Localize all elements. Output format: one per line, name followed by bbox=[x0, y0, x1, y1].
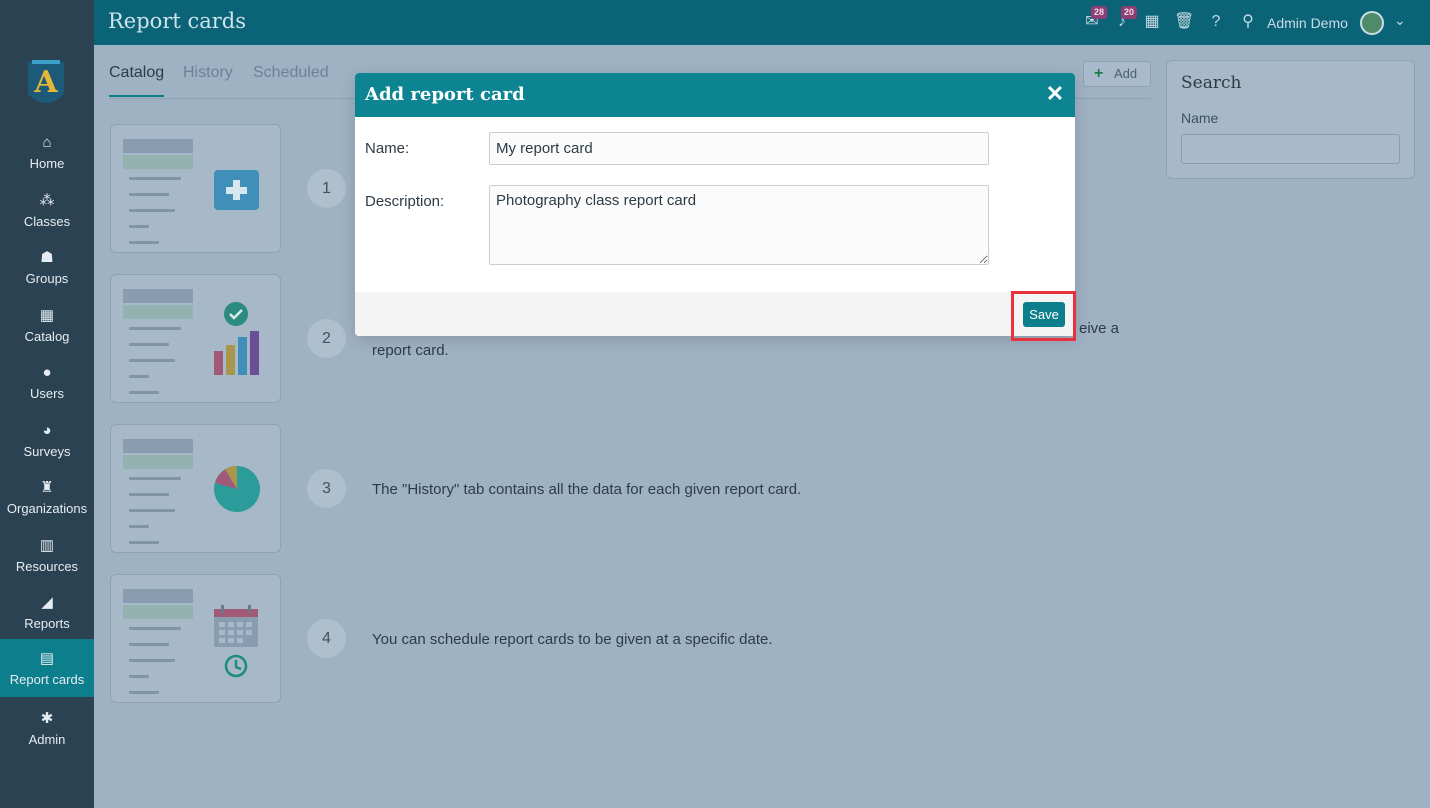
notification-count-badge: 20 bbox=[1121, 6, 1138, 19]
resources-icon: ▥ bbox=[39, 537, 55, 554]
sidebar-item-classes[interactable]: ⁂ Classes bbox=[0, 185, 94, 241]
add-button-label: Add bbox=[1114, 66, 1138, 81]
top-bar: Report cards ✉ 28 ♪ 20 ▦ 🗑 ? ⚲ Admin Dem… bbox=[94, 0, 1430, 45]
tab-history[interactable]: History bbox=[183, 64, 233, 82]
pie-chart-icon bbox=[214, 465, 260, 512]
tab-scheduled[interactable]: Scheduled bbox=[253, 64, 329, 82]
sidebar-item-label: Groups bbox=[25, 271, 69, 286]
name-field[interactable] bbox=[489, 132, 989, 165]
catalog-icon: ▦ bbox=[39, 307, 55, 324]
step-text-2: report card. bbox=[372, 342, 449, 359]
sidebar-item-label: Organizations bbox=[6, 501, 88, 516]
step-card-assign bbox=[110, 274, 281, 403]
sidebar-item-groups[interactable]: ☗ Groups bbox=[0, 242, 94, 298]
document-illustration bbox=[123, 587, 193, 695]
svg-text:A: A bbox=[33, 65, 58, 100]
add-button[interactable]: + Add bbox=[1083, 61, 1151, 87]
close-icon[interactable]: ✕ bbox=[1045, 82, 1065, 106]
groups-icon: ☗ bbox=[40, 249, 54, 266]
step-card-create bbox=[110, 124, 281, 253]
calendar-icon[interactable]: ▦ bbox=[1142, 12, 1162, 32]
tab-catalog[interactable]: Catalog bbox=[109, 64, 165, 97]
sidebar-item-label: Resources bbox=[15, 559, 79, 574]
trash-icon[interactable]: 🗑 bbox=[1174, 12, 1194, 32]
search-icon[interactable]: ⚲ bbox=[1238, 12, 1258, 32]
mail-count-badge: 28 bbox=[1091, 6, 1108, 19]
sidebar-item-label: Catalog bbox=[24, 329, 70, 344]
reports-icon: ◢ bbox=[41, 594, 53, 611]
calendar-clock-icon bbox=[214, 605, 258, 678]
sidebar-item-reports[interactable]: ◢ Reports bbox=[0, 587, 94, 643]
sidebar-item-label: Classes bbox=[23, 214, 71, 229]
step-card-schedule bbox=[110, 574, 281, 703]
sidebar-item-label: Admin bbox=[28, 732, 66, 747]
sidebar-item-organizations[interactable]: ♜ Organizations bbox=[0, 472, 94, 528]
step-number-3: 3 bbox=[307, 469, 346, 508]
organizations-icon: ♜ bbox=[40, 479, 54, 496]
search-panel: Search Name bbox=[1166, 60, 1415, 179]
user-icon: ● bbox=[42, 364, 52, 381]
document-illustration bbox=[123, 287, 193, 395]
name-label: Name: bbox=[365, 140, 410, 157]
save-highlight-box bbox=[1011, 291, 1076, 341]
home-icon: ⌂ bbox=[42, 134, 52, 151]
check-chart-icon bbox=[214, 302, 259, 375]
page-title: Report cards bbox=[108, 9, 247, 33]
sidebar-item-label: Home bbox=[29, 156, 65, 171]
chevron-down-icon[interactable]: ⌄ bbox=[1394, 12, 1406, 29]
sidebar-item-report-cards[interactable]: ▤ Report cards bbox=[0, 639, 94, 697]
report-cards-icon: ▤ bbox=[39, 650, 55, 667]
step-number-1: 1 bbox=[307, 169, 346, 208]
user-name[interactable]: Admin Demo bbox=[1267, 15, 1348, 31]
app-logo[interactable]: A bbox=[26, 56, 66, 112]
sidebar-item-home[interactable]: ⌂ Home bbox=[0, 127, 94, 183]
surveys-icon: ◕ bbox=[42, 422, 52, 439]
classes-icon: ⁂ bbox=[39, 192, 55, 209]
document-illustration bbox=[123, 137, 193, 245]
description-field[interactable]: Photography class report card bbox=[489, 185, 989, 265]
dialog-footer: Save bbox=[355, 292, 1075, 336]
add-report-icon bbox=[214, 170, 259, 210]
sidebar-item-resources[interactable]: ▥ Resources bbox=[0, 530, 94, 586]
search-name-input[interactable] bbox=[1181, 134, 1400, 164]
description-label: Description: bbox=[365, 193, 445, 210]
step-text-2-tail: eive a bbox=[1079, 320, 1120, 337]
sidebar-item-catalog[interactable]: ▦ Catalog bbox=[0, 300, 94, 356]
plus-icon: + bbox=[1094, 65, 1104, 82]
step-number-4: 4 bbox=[307, 619, 346, 658]
step-number-2: 2 bbox=[307, 319, 346, 358]
step-text-3: The "History" tab contains all the data … bbox=[372, 481, 802, 498]
sidebar-item-users[interactable]: ● Users bbox=[0, 357, 94, 413]
document-illustration bbox=[123, 437, 193, 545]
gear-icon: ✱ bbox=[40, 710, 54, 727]
sidebar-item-label: Surveys bbox=[23, 444, 71, 459]
avatar[interactable] bbox=[1360, 11, 1384, 35]
sidebar: A ⌂ Home ⁂ Classes ☗ Groups ▦ Catalog ● Users ◕ Sur… bbox=[0, 0, 94, 808]
dialog-title: Add report card bbox=[365, 84, 525, 105]
step-card-history bbox=[110, 424, 281, 553]
search-name-label: Name bbox=[1181, 110, 1219, 126]
help-icon[interactable]: ? bbox=[1206, 12, 1226, 32]
sidebar-item-label: Report cards bbox=[9, 672, 85, 687]
sidebar-item-admin[interactable]: ✱ Admin bbox=[0, 703, 94, 759]
sidebar-item-label: Users bbox=[30, 386, 64, 401]
step-text-4: You can schedule report cards to be give… bbox=[372, 631, 773, 648]
add-report-card-dialog: Add report card ✕ Name: Description: Pho… bbox=[355, 73, 1075, 336]
sidebar-item-label: Reports bbox=[24, 616, 70, 631]
sidebar-item-surveys[interactable]: ◕ Surveys bbox=[0, 415, 94, 471]
dialog-header: Add report card ✕ bbox=[355, 73, 1075, 117]
search-panel-title: Search bbox=[1181, 73, 1242, 93]
